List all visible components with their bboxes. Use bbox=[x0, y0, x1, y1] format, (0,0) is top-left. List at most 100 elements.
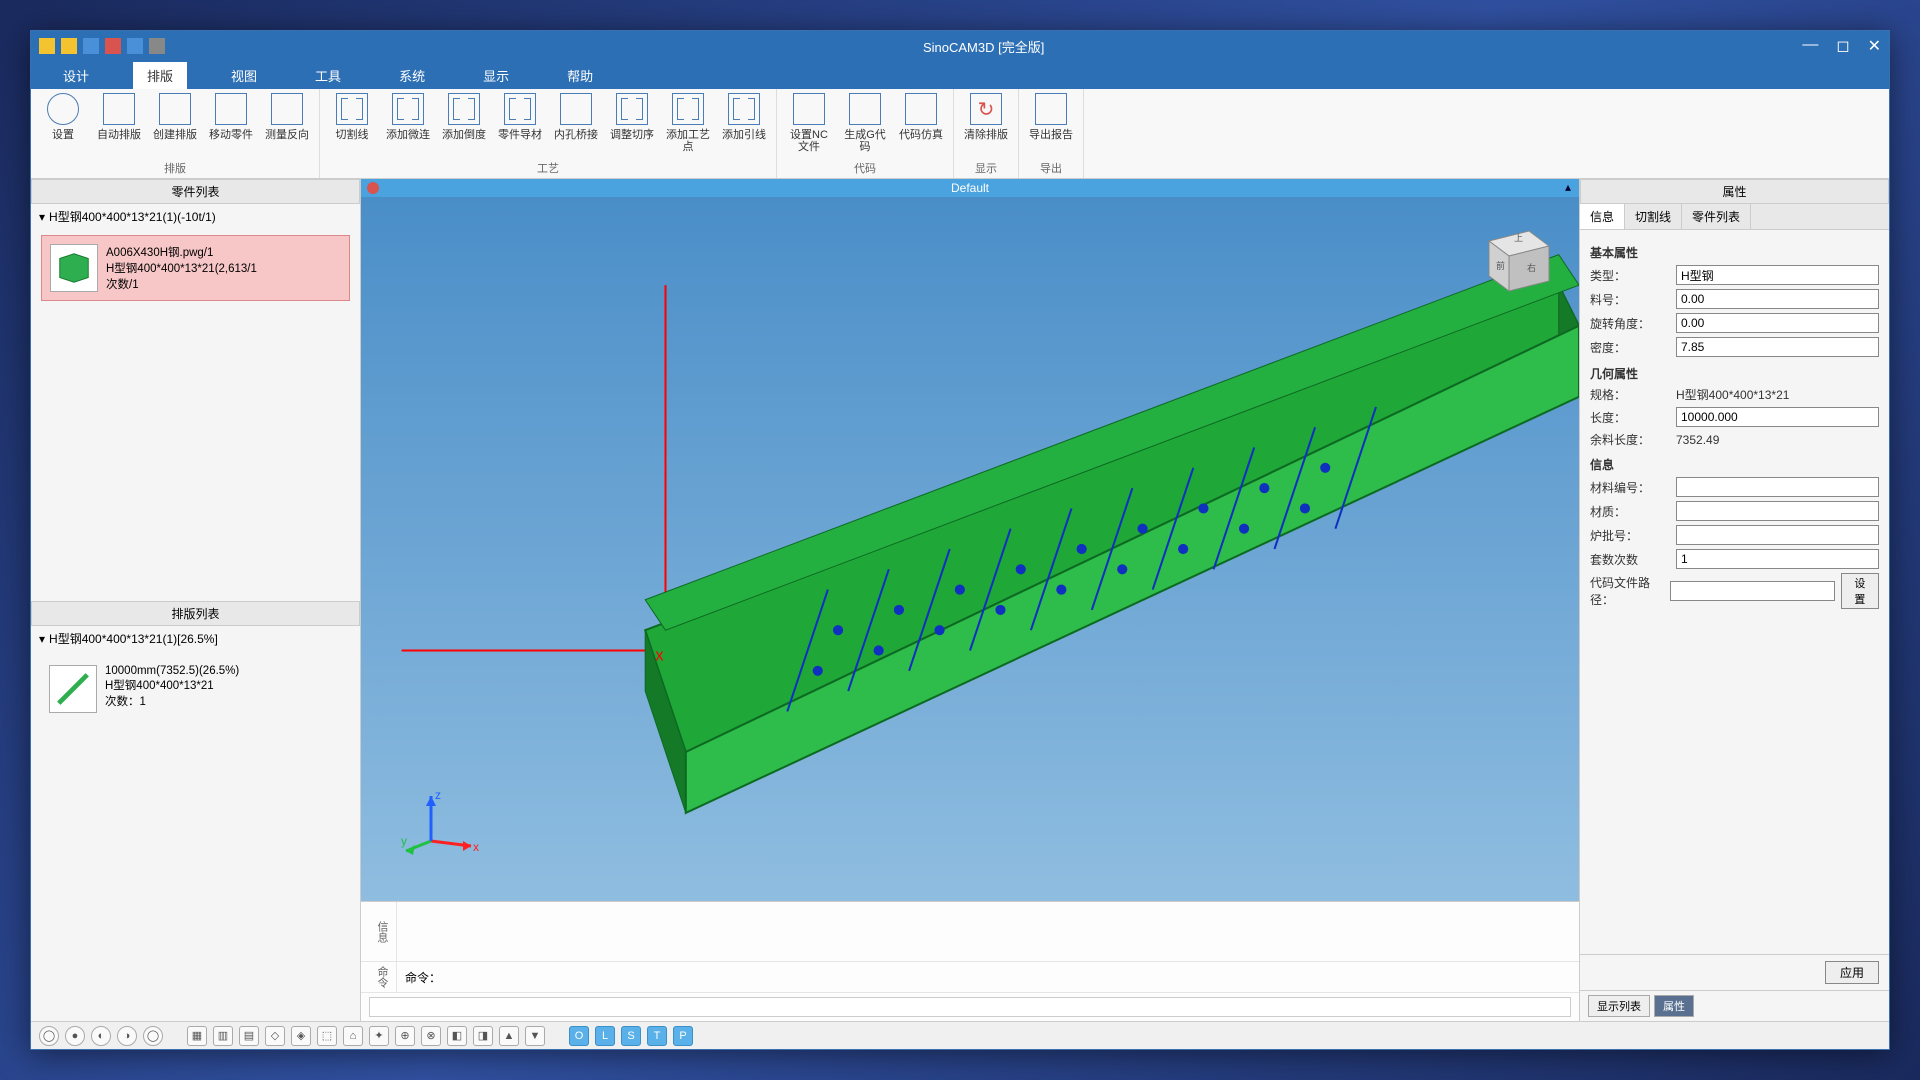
prop-spec: H型钢400*400*13*21 bbox=[1676, 386, 1879, 403]
ribbon-partguide[interactable]: 零件导材 bbox=[496, 93, 544, 141]
ribbon-movepart[interactable]: 移动零件 bbox=[207, 93, 255, 141]
ribbon-settings[interactable]: 设置 bbox=[39, 93, 87, 141]
save-icon[interactable] bbox=[83, 38, 99, 54]
collapse-icon[interactable]: ▾ bbox=[39, 210, 45, 224]
ribbon-autonest[interactable]: 自动排版 bbox=[95, 93, 143, 141]
settings-icon[interactable] bbox=[149, 38, 165, 54]
svg-text:z: z bbox=[435, 788, 441, 802]
ribbon-ncfile[interactable]: 设置NC文件 bbox=[785, 93, 833, 153]
quick-access-toolbar[interactable] bbox=[39, 38, 165, 54]
ribbon-sequence[interactable]: 调整切序 bbox=[608, 93, 656, 141]
prop-density[interactable] bbox=[1676, 337, 1879, 357]
sb-btn[interactable]: ⌂ bbox=[343, 1026, 363, 1046]
ribbon-chamfer[interactable]: 添加倒度 bbox=[440, 93, 488, 141]
ribbon-measure[interactable]: 测量反向 bbox=[263, 93, 311, 141]
sb-btn[interactable]: ⬚ bbox=[317, 1026, 337, 1046]
sb-btn[interactable]: L bbox=[595, 1026, 615, 1046]
part-thumbnail bbox=[50, 244, 98, 292]
codepath-set-button[interactable]: 设置 bbox=[1841, 573, 1879, 609]
sb-btn[interactable]: ◑ bbox=[117, 1026, 137, 1046]
section-info: 信息 bbox=[1590, 456, 1879, 473]
sb-btn[interactable]: ▥ bbox=[213, 1026, 233, 1046]
prop-length[interactable] bbox=[1676, 407, 1879, 427]
ribbon-clearnest[interactable]: 清除排版 bbox=[962, 93, 1010, 141]
sb-btn[interactable]: ● bbox=[65, 1026, 85, 1046]
viewcube[interactable]: 上 前 右 bbox=[1469, 211, 1559, 301]
ribbon-bridge[interactable]: 内孔桥接 bbox=[552, 93, 600, 141]
folder-icon[interactable] bbox=[61, 38, 77, 54]
viewport-3d[interactable]: x 上 前 右 x y bbox=[361, 197, 1579, 901]
command-input[interactable] bbox=[369, 997, 1571, 1017]
prop-codepath[interactable] bbox=[1670, 581, 1835, 601]
sb-btn[interactable]: O bbox=[569, 1026, 589, 1046]
record-icon[interactable] bbox=[367, 182, 379, 194]
prop-material[interactable] bbox=[1676, 501, 1879, 521]
sb-btn[interactable]: S bbox=[621, 1026, 641, 1046]
sb-btn[interactable]: P bbox=[673, 1026, 693, 1046]
nest-item[interactable]: 10000mm(7352.5)(26.5%) H型钢400*400*13*21 … bbox=[41, 657, 350, 721]
ribbon-exportreport[interactable]: 导出报告 bbox=[1027, 93, 1075, 141]
redo-icon[interactable] bbox=[127, 38, 143, 54]
minimize-button[interactable]: — bbox=[1802, 36, 1818, 56]
prop-type[interactable] bbox=[1676, 265, 1879, 285]
ribbon-simulate[interactable]: 代码仿真 bbox=[897, 93, 945, 141]
center-panel: Default ▴ bbox=[361, 179, 1579, 1021]
undo-icon[interactable] bbox=[105, 38, 121, 54]
apply-button[interactable]: 应用 bbox=[1825, 961, 1879, 984]
viewport-title: Default ▴ bbox=[361, 179, 1579, 197]
svg-text:上: 上 bbox=[1514, 233, 1523, 243]
open-icon[interactable] bbox=[39, 38, 55, 54]
menu-view[interactable]: 视图 bbox=[217, 62, 271, 89]
bottom-panel: 信息 命令 命令： bbox=[361, 901, 1579, 1021]
footer-tab-displaylist[interactable]: 显示列表 bbox=[1588, 995, 1650, 1017]
part-item[interactable]: A006X430H钢.pwg/1 H型钢400*400*13*21(2,613/… bbox=[41, 235, 350, 301]
parts-tree-root[interactable]: ▾H型钢400*400*13*21(1)(-10t/1) bbox=[31, 204, 360, 229]
menu-display[interactable]: 显示 bbox=[469, 62, 523, 89]
prop-heatno[interactable] bbox=[1676, 525, 1879, 545]
sb-btn[interactable]: ◧ bbox=[447, 1026, 467, 1046]
tab-cutline[interactable]: 切割线 bbox=[1625, 204, 1682, 229]
prop-angle[interactable] bbox=[1676, 313, 1879, 333]
part-line2: H型钢400*400*13*21(2,613/1 bbox=[106, 260, 257, 276]
menu-design[interactable]: 设计 bbox=[49, 62, 103, 89]
sb-btn[interactable]: ⊗ bbox=[421, 1026, 441, 1046]
sb-btn[interactable]: T bbox=[647, 1026, 667, 1046]
collapse-icon[interactable]: ▾ bbox=[39, 632, 45, 646]
sb-btn[interactable]: ◈ bbox=[291, 1026, 311, 1046]
sb-btn[interactable]: ◐ bbox=[91, 1026, 111, 1046]
tab-info[interactable]: 信息 bbox=[1580, 204, 1625, 229]
ribbon-leadline[interactable]: 添加引线 bbox=[720, 93, 768, 141]
footer-tab-props[interactable]: 属性 bbox=[1654, 995, 1694, 1017]
ribbon-cutline[interactable]: 切割线 bbox=[328, 93, 376, 141]
ribbon-microjoint[interactable]: 添加微连 bbox=[384, 93, 432, 141]
maximize-button[interactable]: ◻ bbox=[1836, 36, 1849, 56]
sb-btn[interactable]: ▤ bbox=[239, 1026, 259, 1046]
viewport-minimize-icon[interactable]: ▴ bbox=[1565, 180, 1571, 194]
ribbon-createnest[interactable]: 创建排版 bbox=[151, 93, 199, 141]
sb-btn[interactable]: ◇ bbox=[265, 1026, 285, 1046]
prop-stock[interactable] bbox=[1676, 289, 1879, 309]
nest-list-header: 排版列表 bbox=[31, 601, 360, 626]
sb-btn[interactable]: ◯ bbox=[143, 1026, 163, 1046]
sb-btn[interactable]: ✦ bbox=[369, 1026, 389, 1046]
sb-btn[interactable]: ◯ bbox=[39, 1026, 59, 1046]
menu-help[interactable]: 帮助 bbox=[553, 62, 607, 89]
sb-btn[interactable]: ⊕ bbox=[395, 1026, 415, 1046]
tab-partlist[interactable]: 零件列表 bbox=[1682, 204, 1751, 229]
window-title: SinoCAM3D [完全版] bbox=[165, 37, 1802, 56]
sb-btn[interactable]: ▲ bbox=[499, 1026, 519, 1046]
sb-btn[interactable]: ▦ bbox=[187, 1026, 207, 1046]
menu-nest[interactable]: 排版 bbox=[133, 62, 187, 89]
sb-btn[interactable]: ◨ bbox=[473, 1026, 493, 1046]
nest-tree-root[interactable]: ▾H型钢400*400*13*21(1)[26.5%] bbox=[31, 626, 360, 651]
menu-tools[interactable]: 工具 bbox=[301, 62, 355, 89]
close-button[interactable]: ✕ bbox=[1868, 36, 1881, 56]
ribbon-gcode[interactable]: 生成G代码 bbox=[841, 93, 889, 153]
menu-system[interactable]: 系统 bbox=[385, 62, 439, 89]
ribbon-processpoint[interactable]: 添加工艺点 bbox=[664, 93, 712, 153]
menubar: 设计 排版 视图 工具 系统 显示 帮助 bbox=[31, 61, 1889, 89]
nest-thumbnail bbox=[49, 665, 97, 713]
prop-copies[interactable] bbox=[1676, 549, 1879, 569]
sb-btn[interactable]: ▼ bbox=[525, 1026, 545, 1046]
prop-matno[interactable] bbox=[1676, 477, 1879, 497]
